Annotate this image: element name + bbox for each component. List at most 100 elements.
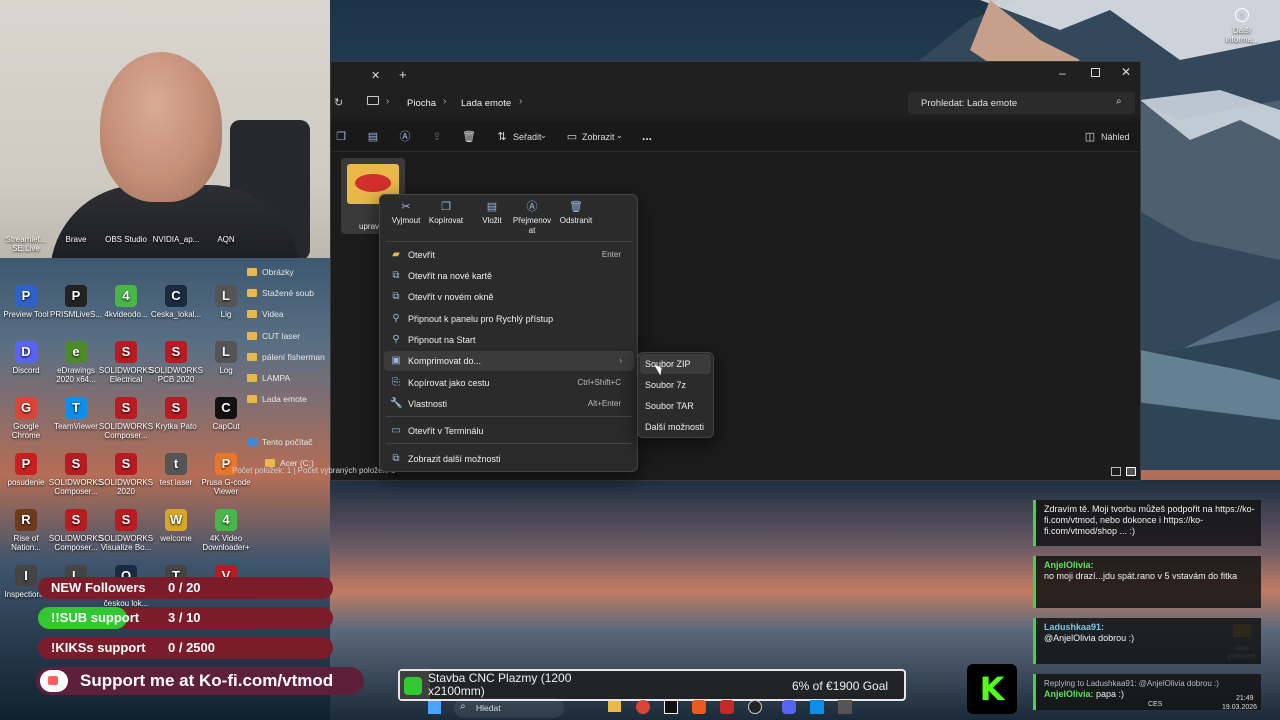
app-icon: S: [65, 453, 87, 475]
discord-icon[interactable]: [782, 700, 796, 714]
sort-button[interactable]: Seřadit: [513, 132, 542, 142]
new-tab-icon[interactable]: +: [399, 67, 407, 82]
desktop-icon[interactable]: OOBS Studio: [98, 235, 154, 244]
share-icon[interactable]: ⇪: [430, 130, 444, 144]
sidebar-item[interactable]: Tento počítač: [247, 437, 313, 447]
file-explorer-icon[interactable]: [608, 701, 621, 712]
desktop-icon[interactable]: C CapCut: [198, 397, 254, 431]
desktop-icon-label: Streamlet... SE.Live: [5, 235, 47, 253]
desktop-icon[interactable]: S SOLIDWORKS Composer...: [48, 453, 104, 496]
sidebar-item[interactable]: pálení fisherman: [247, 352, 325, 362]
quick-action-button[interactable]: ❐ Kopírovat: [420, 202, 472, 226]
app-icon: L: [215, 285, 237, 307]
desktop-icon[interactable]: NNVIDIA_ap...: [148, 235, 204, 244]
desktop-icon[interactable]: L Lig: [198, 285, 254, 319]
desktop-icon[interactable]: D Discord: [0, 341, 54, 375]
desktop-info-widget[interactable]: ↑ Další informa...: [1222, 8, 1262, 44]
sidebar-item[interactable]: LAMPA: [247, 373, 290, 383]
view-button[interactable]: Zobrazit: [582, 132, 615, 142]
language-indicator[interactable]: CES: [1148, 701, 1162, 708]
solidworks-icon[interactable]: [720, 700, 734, 714]
desktop-icon-label: Brave: [65, 235, 87, 244]
desktop-icon[interactable]: S SOLIDWORKS Composer...: [98, 397, 154, 440]
desktop-icon[interactable]: S SOLIDWORKS PCB 2020: [148, 341, 204, 384]
submenu-item[interactable]: Další možnosti: [640, 417, 711, 437]
capcut-icon[interactable]: [664, 700, 678, 714]
desktop-icon[interactable]: G Google Chrome: [0, 397, 54, 440]
more-options-button[interactable]: ...: [642, 129, 652, 143]
desktop-icon[interactable]: Wwelcome: [148, 509, 204, 543]
context-menu-item[interactable]: ⧉ Otevřít na nové kartě: [380, 266, 637, 286]
sidebar-item[interactable]: Stažené soub: [247, 288, 314, 298]
context-menu-item[interactable]: 🔧 Vlastnosti Alt+Enter: [380, 394, 637, 414]
breadcrumb-item-1[interactable]: Lada emote: [461, 98, 511, 109]
context-menu-item[interactable]: ▰ Otevřít Enter: [380, 245, 637, 265]
submenu-item[interactable]: Soubor ZIP: [640, 354, 711, 374]
tiles-view-icon[interactable]: [1126, 467, 1136, 476]
teamviewer-icon[interactable]: [810, 700, 824, 714]
desktop-icon[interactable]: S Krytka Pato: [148, 397, 204, 431]
rename-icon[interactable]: Ⓐ: [398, 130, 412, 144]
refresh-icon[interactable]: ↻: [334, 96, 343, 109]
desktop-icon[interactable]: R Rise of Nation...: [0, 509, 54, 552]
context-menu-item[interactable]: ▭ Otevřít v Terminálu: [380, 421, 637, 441]
info-icon: ↑: [1235, 8, 1249, 22]
desktop-icon[interactable]: P Preview Tool: [0, 285, 54, 319]
close-window-icon[interactable]: ✕: [1121, 65, 1131, 79]
desktop-icon[interactable]: t test laser: [148, 453, 204, 487]
desktop-icon[interactable]: e eDrawings 2020 x64...: [48, 341, 104, 384]
trash-icon[interactable]: 🗑: [462, 130, 476, 144]
context-menu-label: Otevřít: [408, 250, 436, 260]
maximize-icon[interactable]: [1091, 68, 1100, 77]
taskbar-search[interactable]: ⌕ Hledat: [454, 698, 564, 718]
desktop-icon[interactable]: Pposudenie: [0, 453, 54, 487]
context-menu-item[interactable]: ⚲ Připnout k panelu pro Rychlý přístup: [380, 309, 637, 329]
quick-action-button[interactable]: 🗑 Odstranit: [550, 202, 602, 226]
details-view-icon[interactable]: [1111, 467, 1121, 476]
heart-icon: [48, 676, 58, 685]
minimize-icon[interactable]: –: [1059, 66, 1066, 80]
desktop-icon[interactable]: L Log: [198, 341, 254, 375]
sidebar-item[interactable]: Lada emote: [247, 394, 307, 404]
chrome-icon[interactable]: [636, 700, 650, 714]
obs-icon[interactable]: [748, 700, 762, 714]
app-icon: G: [15, 397, 37, 419]
preview-button[interactable]: Náhled: [1101, 132, 1130, 142]
submenu-item[interactable]: Soubor 7z: [640, 375, 711, 395]
app-icon[interactable]: [838, 700, 852, 714]
clock-date[interactable]: 19.03.2026: [1222, 704, 1257, 711]
clock-time[interactable]: 21:49: [1236, 695, 1254, 702]
sidebar-item[interactable]: Videa: [247, 309, 284, 319]
sidebar-item[interactable]: Obrázky: [247, 267, 294, 277]
start-icon[interactable]: [428, 701, 441, 714]
context-menu-item[interactable]: ⧉ Otevřít v novém okně: [380, 287, 637, 307]
desktop-icon[interactable]: S SOLIDWORKS 2020: [98, 453, 154, 496]
desktop-icon[interactable]: S SOLIDWORKS Composer...: [48, 509, 104, 552]
brave-icon[interactable]: [692, 700, 706, 714]
quick-action-label: Přejmenov at: [512, 216, 552, 235]
desktop-icon[interactable]: T TeamViewer: [48, 397, 104, 431]
submenu-item[interactable]: Soubor TAR: [640, 396, 711, 416]
desktop-icon[interactable]: 4 4kvideodo...: [98, 285, 154, 319]
breadcrumb-item-0[interactable]: Piocha: [407, 98, 436, 109]
desktop-icon[interactable]: BBrave: [48, 235, 104, 244]
kofi-banner[interactable]: Support me at Ko-fi.com/vtmod: [36, 667, 364, 695]
desktop-icon[interactable]: S SOLIDWORKS Electrical: [98, 341, 154, 384]
context-menu-item[interactable]: ⚲ Připnout na Start: [380, 330, 637, 350]
search-box[interactable]: Prohledat: Lada emote ⌕: [908, 92, 1135, 114]
context-menu-label: Zobrazit další možnosti: [408, 454, 501, 464]
context-menu-item[interactable]: ⎘ Kopírovat jako cestu Ctrl+Shift+C: [380, 373, 637, 393]
copy-icon[interactable]: ❐: [334, 130, 348, 144]
context-menu-item[interactable]: ▣ Komprimovat do... ›: [384, 351, 634, 371]
desktop-icon[interactable]: S SOLIDWORKS Visualize Bo...: [98, 509, 154, 552]
desktop-icon[interactable]: C Ceska_lokal...: [148, 285, 204, 319]
desktop-icon[interactable]: 4 4K Video Downloader+: [198, 509, 254, 552]
desktop-icon[interactable]: P PRISMLiveS...: [48, 285, 104, 319]
desktop-icon[interactable]: SStreamlet... SE.Live: [0, 235, 54, 253]
desktop-icon[interactable]: AAQN: [198, 235, 254, 244]
paste-icon[interactable]: ▤: [366, 130, 380, 144]
context-menu-item[interactable]: ⧉ Zobrazit další možnosti: [380, 449, 637, 469]
sidebar-item[interactable]: CUT laser: [247, 331, 300, 341]
close-tab-icon[interactable]: ✕: [371, 69, 380, 82]
search-input[interactable]: Prohledat: Lada emote: [921, 98, 1017, 109]
